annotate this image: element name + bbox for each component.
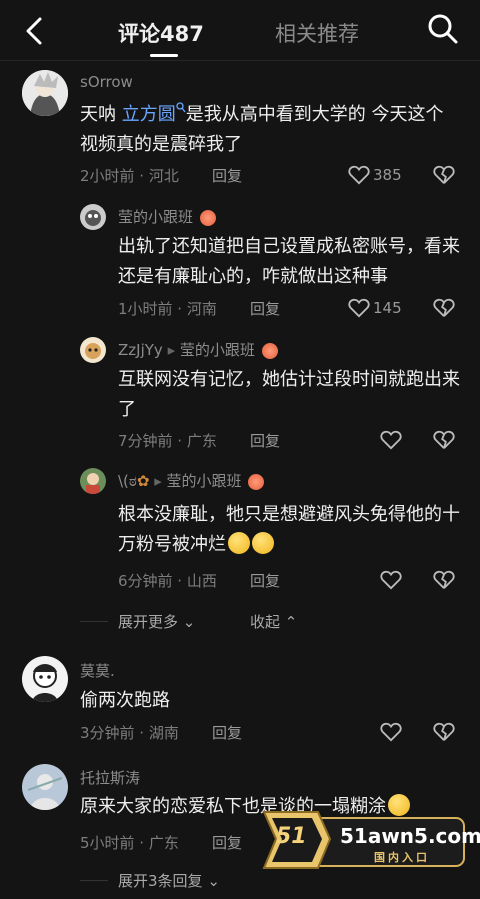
like-button[interactable] [380,722,402,742]
comment-text: 互联网没有记忆，她估计过段时间就跑出来了 [118,369,460,420]
like-count: 385 [373,166,402,184]
expand-more-button[interactable]: 展开更多 ⌄ [118,611,195,632]
broken-heart-icon [433,298,455,317]
avatar[interactable] [80,337,106,363]
chevron-up-icon: ⌃ [284,613,298,631]
collapse-button[interactable]: 收起 ⌃ [250,611,297,632]
comment-text: 出轨了还知道把自己设置成私密账号，看来还是有廉耻心的，咋就做出这种事 [118,236,460,287]
dislike-button[interactable] [433,298,455,318]
avatar[interactable] [80,468,106,494]
tab-related[interactable]: 相关推荐 [275,18,359,48]
reply-target: 莹的小跟班 [179,341,255,359]
reply-button[interactable]: 回复 [212,722,242,743]
search-icon [428,14,458,44]
comment-author[interactable]: ZzJjYy ▸ 莹的小跟班 [118,339,278,360]
comment-meta: 7分钟前 · 广东 [118,432,217,450]
active-tab-indicator [150,54,178,57]
comment-meta: 2小时前 · 河北 [80,167,179,185]
comment-author[interactable]: 托拉斯涛 [80,767,140,788]
reply-button[interactable]: 回复 [212,165,242,186]
author-name: 莹的小跟班 [118,208,194,226]
watermark-badge: 51 51awn5.com 国内入口 [258,804,480,874]
comment-text: 根本没廉耻，牠只是想避避风头免得他的十万粉号被冲烂 [118,500,463,560]
like-button[interactable] [348,165,370,185]
laugh-cry-emoji-icon [252,532,274,554]
laugh-cry-emoji-icon [228,532,250,554]
reply-arrow: ▸ [154,472,162,490]
comment-author[interactable]: 莫莫. [80,660,115,681]
reply-button[interactable]: 回复 [212,832,242,853]
reply-arrow: ▸ [167,341,176,359]
header-divider [0,60,480,61]
expand-replies-label: 展开3条回复 [118,872,203,890]
comment-meta: 3分钟前 · 湖南 [80,724,179,742]
thread-line [80,621,108,622]
avatar[interactable] [80,204,106,230]
dislike-button[interactable] [433,165,455,185]
heart-icon [380,430,402,450]
like-button[interactable] [380,570,402,590]
dislike-button[interactable] [433,722,455,742]
tab-comments[interactable]: 评论487 [118,18,204,48]
leaf-emoji-icon: ✿ [136,472,150,490]
chevron-down-icon: ⌄ [182,613,196,631]
author-name: ZzJjYy [118,341,163,359]
broken-heart-icon [433,570,455,589]
comment-text: 天呐 立方圆 是我从高中看到大学的 今天这个视频真的是震碎我了 [80,100,450,160]
chevron-left-icon [26,17,42,45]
like-count: 145 [373,299,402,317]
reply-target: 莹的小跟班 [166,472,242,490]
watermark-logo: 51 [276,824,307,849]
comment-author[interactable]: 莹的小跟班 [118,206,216,227]
expand-more-label: 展开更多 [118,613,179,631]
broken-heart-icon [433,165,455,184]
back-button[interactable] [20,14,52,48]
heart-icon [380,722,402,742]
comment-text-part: 根本没廉耻，牠只是想避避风头免得他的十万粉号被冲烂 [118,504,460,555]
expand-replies-button[interactable]: 展开3条回复 ⌄ [118,870,220,891]
comment-author[interactable]: sOrrow [80,73,133,91]
broken-heart-icon [433,430,455,449]
watermark-subtitle: 国内入口 [374,851,430,864]
search-button[interactable] [426,12,460,46]
search-icon [176,102,186,113]
comment-text-part: 天呐 [80,104,122,125]
peach-emoji-icon [199,210,216,226]
like-button[interactable] [348,298,370,318]
reply-button[interactable]: 回复 [250,430,280,451]
chevron-down-icon: ⌄ [207,872,220,890]
like-button[interactable] [380,430,402,450]
comment-text: 偷两次跑路 [80,690,170,711]
avatar[interactable] [22,656,68,702]
dislike-button[interactable] [433,570,455,590]
comment-author[interactable]: \(ಠ✿ ▸ 莹的小跟班 [118,470,265,491]
mention-label: 立方圆 [121,104,176,125]
heart-icon [348,298,370,318]
watermark-site: 51awn5.com [340,824,480,848]
comment-meta: 5小时前 · 广东 [80,834,179,852]
avatar[interactable] [22,764,68,810]
heart-icon [380,570,402,590]
heart-icon [348,165,370,185]
avatar[interactable] [22,70,68,116]
comment-meta: 1小时前 · 河南 [118,300,217,318]
peach-emoji-icon [261,343,278,359]
broken-heart-icon [433,722,455,741]
mention-link[interactable]: 立方圆 [121,102,186,125]
dislike-button[interactable] [433,430,455,450]
peach-emoji-icon [248,474,265,490]
author-name: \(ಠ [118,472,137,490]
comment-meta: 6分钟前 · 山西 [118,572,217,590]
collapse-label: 收起 [250,613,281,631]
thread-line [80,880,108,881]
reply-button[interactable]: 回复 [250,298,280,319]
reply-button[interactable]: 回复 [250,570,280,591]
